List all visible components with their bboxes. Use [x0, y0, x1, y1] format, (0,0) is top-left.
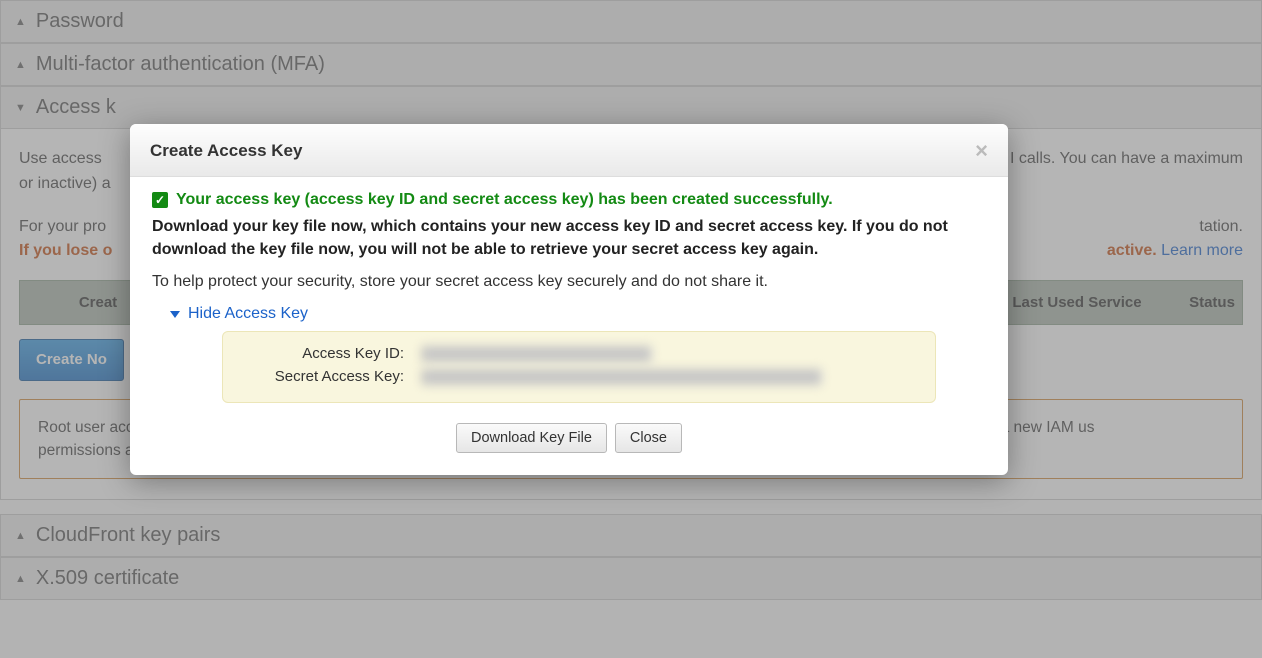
close-icon[interactable]: × [975, 140, 988, 162]
secret-access-key-value [422, 369, 822, 385]
success-text: Your access key (access key ID and secre… [176, 191, 833, 209]
toggle-label: Hide Access Key [188, 305, 308, 323]
access-key-display: Access Key ID: Secret Access Key: [222, 331, 936, 403]
access-key-id-value [422, 346, 652, 362]
caret-down-icon [170, 311, 180, 318]
create-access-key-modal: Create Access Key × ✓ Your access key (a… [130, 124, 1008, 475]
secret-access-key-label: Secret Access Key: [239, 368, 404, 385]
access-key-id-label: Access Key ID: [239, 345, 404, 362]
hide-access-key-toggle[interactable]: Hide Access Key [170, 305, 986, 323]
check-icon: ✓ [152, 192, 168, 208]
modal-button-row: Download Key File Close [152, 423, 986, 453]
download-warning: Download your key file now, which contai… [152, 215, 986, 261]
close-button[interactable]: Close [615, 423, 682, 453]
modal-header: Create Access Key × [130, 124, 1008, 177]
success-message: ✓ Your access key (access key ID and sec… [152, 191, 986, 209]
protect-note: To help protect your security, store you… [152, 273, 986, 291]
download-key-file-button[interactable]: Download Key File [456, 423, 607, 453]
modal-title: Create Access Key [150, 141, 302, 161]
